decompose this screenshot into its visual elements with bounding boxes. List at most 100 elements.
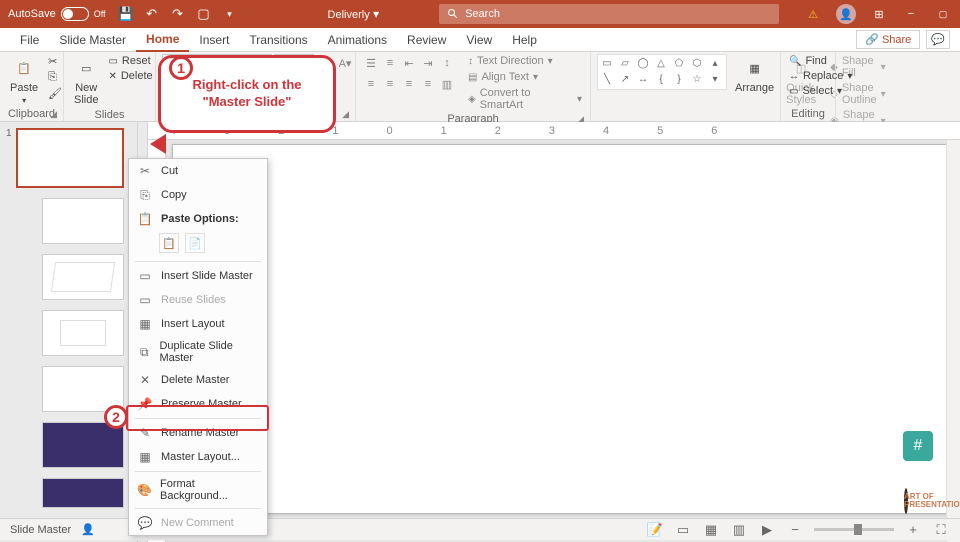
dialog-launcher-icon[interactable]: ◢ (50, 109, 57, 120)
numbering-button[interactable]: ≡ (381, 54, 399, 72)
undo-icon[interactable]: ↶ (144, 6, 160, 22)
tab-transitions[interactable]: Transitions (239, 29, 317, 51)
save-icon[interactable]: 💾 (118, 6, 134, 22)
dialog-launcher-icon[interactable]: ◢ (342, 109, 349, 120)
warning-icon[interactable]: ⚠ (804, 5, 822, 23)
sorter-view-button[interactable]: ▦ (702, 522, 720, 538)
ctx-copy[interactable]: ⎘Copy (129, 183, 267, 207)
ctx-preserve-master[interactable]: 📌Preserve Master (129, 392, 267, 416)
present-icon[interactable]: ▢ (196, 6, 212, 22)
thumb-master[interactable]: 1 (6, 128, 131, 188)
ribbon-display-icon[interactable]: ⊞ (870, 5, 888, 23)
zoom-slider[interactable] (814, 528, 894, 531)
thumb-layout-6[interactable] (42, 478, 124, 508)
chevron-down-icon[interactable]: ▾ (222, 6, 238, 22)
redo-icon[interactable]: ↷ (170, 6, 186, 22)
tab-slide-master[interactable]: Slide Master (49, 29, 136, 51)
reset-button[interactable]: ▭ Reset (106, 54, 154, 68)
paste-button[interactable]: 📋 Paste▾ (6, 54, 42, 107)
share-button[interactable]: 🔗 Share (856, 30, 920, 49)
ribbon-tabs: File Slide Master Home Insert Transition… (0, 28, 960, 52)
search-icon (447, 8, 459, 20)
ctx-insert-layout[interactable]: ▦Insert Layout (129, 312, 267, 336)
ctx-format-background[interactable]: 🎨Format Background... (129, 474, 267, 506)
group-editing: 🔍 Find ↔ Replace ▾ ▭ Select ▾ Editing (781, 52, 836, 121)
columns-button[interactable]: ▥ (438, 75, 456, 93)
tab-review[interactable]: Review (397, 29, 456, 51)
slide-bullets (189, 299, 933, 325)
notes-button[interactable]: 📝 (646, 522, 664, 538)
cut-button[interactable]: ✂ (46, 54, 64, 69)
align-center-button[interactable]: ≡ (381, 75, 399, 93)
zoom-out-button[interactable]: − (786, 522, 804, 538)
shape-gallery[interactable]: ▭▱◯△⬠⬡▴ ╲↗↔{}☆▾ (597, 54, 727, 90)
close-icon[interactable]: ▢ (934, 5, 952, 23)
copy-button[interactable]: ⎘ (46, 70, 64, 85)
vertical-scrollbar[interactable] (946, 140, 960, 542)
document-name[interactable]: Deliverly ▾ (328, 7, 380, 21)
minimize-icon[interactable]: − (902, 5, 920, 23)
copy-icon: ⎘ (137, 187, 153, 203)
tab-animations[interactable]: Animations (318, 29, 397, 51)
ctx-cut[interactable]: ✂Cut (129, 159, 267, 183)
comments-button[interactable]: 💬 (926, 30, 950, 49)
align-left-button[interactable]: ≡ (362, 75, 380, 93)
decrease-font-icon[interactable]: A▾ (336, 54, 354, 72)
tab-home[interactable]: Home (136, 28, 189, 52)
slideshow-button[interactable]: ▶ (758, 522, 776, 538)
ctx-master-layout[interactable]: ▦Master Layout... (129, 445, 267, 469)
convert-smartart-button[interactable]: ◈ Convert to SmartArt ▾ (466, 86, 584, 112)
master-thumbnail[interactable] (16, 128, 124, 188)
replace-button[interactable]: ↔ Replace ▾ (787, 69, 854, 83)
account-icon[interactable]: 👤 (836, 4, 856, 24)
ctx-duplicate-slide-master[interactable]: ⧉Duplicate Slide Master (129, 336, 267, 368)
increase-indent-button[interactable]: ⇥ (419, 54, 437, 72)
decrease-indent-button[interactable]: ⇤ (400, 54, 418, 72)
paste-use-dest-button[interactable]: 📄 (185, 233, 205, 253)
ribbon: 📋 Paste▾ ✂ ⎘ 🖌 Clipboard◢ ▭ New Slide ▭ … (0, 52, 960, 122)
justify-button[interactable]: ≡ (419, 75, 437, 93)
zoom-in-button[interactable]: + (904, 522, 922, 538)
autosave-state: Off (94, 9, 106, 19)
format-icon: 🎨 (137, 482, 152, 498)
delete-button[interactable]: ✕ Delete (106, 69, 154, 83)
tab-view[interactable]: View (456, 29, 502, 51)
thumb-layout-5[interactable] (42, 422, 124, 468)
autosave-toggle[interactable] (61, 7, 89, 21)
fit-window-button[interactable]: ⛶ (932, 522, 950, 538)
select-button[interactable]: ▭ Select ▾ (787, 84, 854, 98)
reading-view-button[interactable]: ▥ (730, 522, 748, 538)
paste-icon: 📋 (137, 211, 153, 227)
thumb-layout-3[interactable] (42, 310, 124, 356)
slide-canvas[interactable]: Deliverly COMPANY NAME # (172, 144, 950, 514)
new-slide-button[interactable]: ▭ New Slide (70, 54, 102, 108)
slide-title: Deliverly (189, 161, 933, 179)
align-right-button[interactable]: ≡ (400, 75, 418, 93)
tab-help[interactable]: Help (502, 29, 547, 51)
find-button[interactable]: 🔍 Find (787, 54, 854, 68)
annotation-text: Right-click on the "Master Slide" (169, 77, 325, 111)
arrange-button[interactable]: ▦Arrange (731, 54, 778, 96)
thumb-layout-2[interactable] (42, 254, 124, 300)
pin-icon: 📌 (137, 396, 153, 412)
align-text-button[interactable]: ▤ Align Text ▾ (466, 70, 584, 84)
comment-icon: 💬 (137, 515, 153, 531)
format-painter-button[interactable]: 🖌 (46, 86, 64, 101)
tab-file[interactable]: File (10, 29, 49, 51)
ctx-rename-master[interactable]: ✎Rename Master (129, 421, 267, 445)
autosave-control[interactable]: AutoSave Off (8, 7, 106, 21)
accessibility-icon[interactable]: 👤 (81, 523, 95, 536)
text-direction-button[interactable]: ↕ Text Direction ▾ (466, 54, 584, 68)
search-input[interactable]: Search (439, 4, 779, 24)
bullets-button[interactable]: ☰ (362, 54, 380, 72)
ctx-delete-master[interactable]: ✕Delete Master (129, 368, 267, 392)
paste-keep-source-button[interactable]: 📋 (159, 233, 179, 253)
normal-view-button[interactable]: ▭ (674, 522, 692, 538)
slide-icon: ▭ (137, 268, 153, 284)
watermark-logo: ART OFPRESENTATIONS (904, 486, 954, 516)
line-spacing-button[interactable]: ↕ (438, 54, 456, 72)
ctx-insert-slide-master[interactable]: ▭Insert Slide Master (129, 264, 267, 288)
tab-insert[interactable]: Insert (189, 29, 239, 51)
thumb-layout-1[interactable] (42, 198, 124, 244)
cut-icon: ✂ (137, 163, 153, 179)
